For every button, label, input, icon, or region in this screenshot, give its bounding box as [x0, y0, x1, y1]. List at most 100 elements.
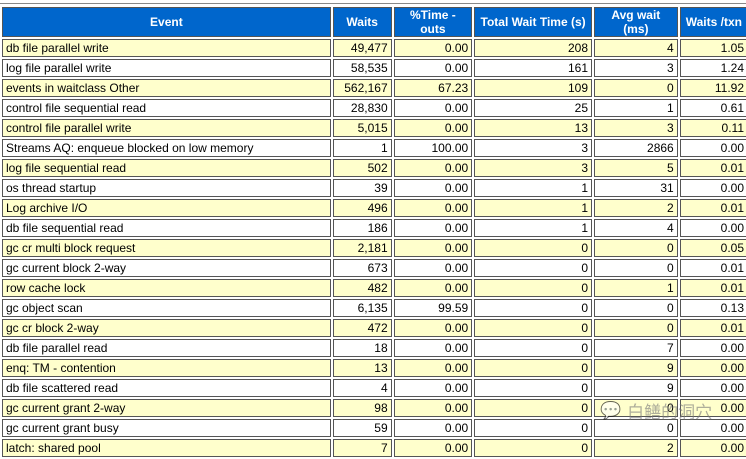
cell-value: 0.00: [393, 179, 473, 197]
cell-value: 58,535: [332, 59, 392, 77]
table-row: db file sequential read 186 0.00 1 4 0.00: [2, 219, 746, 237]
event-name: control file sequential read: [2, 99, 331, 117]
table-row: row cache lock 482 0.00 0 1 0.01: [2, 279, 746, 297]
table-row: gc current block 2-way 673 0.00 0 0 0.01: [2, 259, 746, 277]
cell-value: 0.00: [679, 339, 746, 357]
cell-value: 31: [594, 179, 678, 197]
header-row: Event Waits %Time -outs Total Wait Time (s)…: [2, 7, 746, 37]
table-row: gc cr multi block request 2,181 0.00 0 0 0.05: [2, 239, 746, 257]
cell-value: 39: [332, 179, 392, 197]
table-row: events in waitclass Other 562,167 67.23 109…: [2, 79, 746, 97]
cell-value: 1: [474, 179, 592, 197]
cell-value: 0.00: [393, 39, 473, 57]
cell-value: 25: [474, 99, 592, 117]
wechat-icon: 💬: [600, 400, 622, 421]
cell-value: 0: [474, 299, 592, 317]
event-name: os thread startup: [2, 179, 331, 197]
column-header: Avg wait (ms): [594, 7, 678, 37]
cell-value: 0.00: [393, 319, 473, 337]
cell-value: 0: [474, 359, 592, 377]
cell-value: 0.01: [679, 319, 746, 337]
table-row: os thread startup 39 0.00 1 31 0.00: [2, 179, 746, 197]
event-name: events in waitclass Other: [2, 79, 331, 97]
cell-value: 0.00: [679, 179, 746, 197]
event-name: enq: TM - contention: [2, 359, 331, 377]
cell-value: 0: [594, 79, 678, 97]
cell-value: 0.00: [393, 239, 473, 257]
cell-value: 1: [474, 199, 592, 217]
event-name: db file sequential read: [2, 219, 331, 237]
cell-value: 562,167: [332, 79, 392, 97]
event-name: gc cr block 2-way: [2, 319, 331, 337]
event-name: gc current grant busy: [2, 419, 331, 437]
column-header: Waits: [332, 7, 392, 37]
cell-value: 4: [332, 379, 392, 397]
cell-value: 3: [474, 159, 592, 177]
cell-value: 0.00: [393, 399, 473, 417]
event-name: control file parallel write: [2, 119, 331, 137]
cell-value: 0.00: [679, 379, 746, 397]
table-row: Log archive I/O 496 0.00 1 2 0.01: [2, 199, 746, 217]
watermark-text: 白鳝的洞穴: [627, 403, 713, 423]
cell-value: 28,830: [332, 99, 392, 117]
event-name: db file scattered read: [2, 379, 331, 397]
cell-value: 2866: [594, 139, 678, 157]
cell-value: 9: [594, 379, 678, 397]
table-row: log file parallel write 58,535 0.00 161 3 1.2…: [2, 59, 746, 77]
column-header: Waits /txn: [679, 7, 746, 37]
event-name: Streams AQ: enqueue blocked on low memor…: [2, 139, 331, 157]
table-row: log file sequential read 502 0.00 3 5 0.01: [2, 159, 746, 177]
cell-value: 161: [474, 59, 592, 77]
cell-value: 49,477: [332, 39, 392, 57]
event-name: gc current grant 2-way: [2, 399, 331, 417]
event-name: db file parallel write: [2, 39, 331, 57]
cell-value: 502: [332, 159, 392, 177]
cell-value: 2,181: [332, 239, 392, 257]
cell-value: 1.05: [679, 39, 746, 57]
cell-value: 0.01: [679, 199, 746, 217]
cell-value: 109: [474, 79, 592, 97]
cell-value: 0.13: [679, 299, 746, 317]
cell-value: 482: [332, 279, 392, 297]
cell-value: 100.00: [393, 139, 473, 157]
table-row: gc cr block 2-way 472 0.00 0 0 0.01: [2, 319, 746, 337]
event-name: gc cr multi block request: [2, 239, 331, 257]
cell-value: 0.01: [679, 259, 746, 277]
cell-value: 0.01: [679, 159, 746, 177]
cell-value: 0: [594, 299, 678, 317]
table-row: db file parallel read 18 0.00 0 7 0.00: [2, 339, 746, 357]
cell-value: 3: [594, 59, 678, 77]
cell-value: 13: [474, 119, 592, 137]
watermark: 💬 白鳝的洞穴: [600, 398, 713, 424]
cell-value: 4: [594, 219, 678, 237]
wait-events-table: Event Waits %Time -outs Total Wait Time (s)…: [0, 5, 746, 459]
cell-value: 0.00: [393, 219, 473, 237]
cell-value: 0.00: [393, 259, 473, 277]
cell-value: 0: [474, 339, 592, 357]
column-header: Total Wait Time (s): [474, 7, 592, 37]
cell-value: 6,135: [332, 299, 392, 317]
cell-value: 0.01: [679, 279, 746, 297]
table-row: control file sequential read 28,830 0.00 25…: [2, 99, 746, 117]
cell-value: 1: [594, 279, 678, 297]
cell-value: 0: [474, 379, 592, 397]
previous-content-edge: [0, 0, 746, 4]
cell-value: 5: [594, 159, 678, 177]
cell-value: 0: [474, 279, 592, 297]
cell-value: 13: [332, 359, 392, 377]
cell-value: 9: [594, 359, 678, 377]
cell-value: 3: [594, 119, 678, 137]
column-header: %Time -outs: [393, 7, 473, 37]
cell-value: 0.00: [393, 339, 473, 357]
cell-value: 0.00: [679, 139, 746, 157]
cell-value: 59: [332, 419, 392, 437]
cell-value: 0.00: [393, 279, 473, 297]
cell-value: 1: [594, 99, 678, 117]
event-name: log file parallel write: [2, 59, 331, 77]
cell-value: 11.92: [679, 79, 746, 97]
cell-value: 67.23: [393, 79, 473, 97]
cell-value: 0: [594, 259, 678, 277]
cell-value: 98: [332, 399, 392, 417]
cell-value: 1: [474, 219, 592, 237]
cell-value: 0.00: [393, 119, 473, 137]
